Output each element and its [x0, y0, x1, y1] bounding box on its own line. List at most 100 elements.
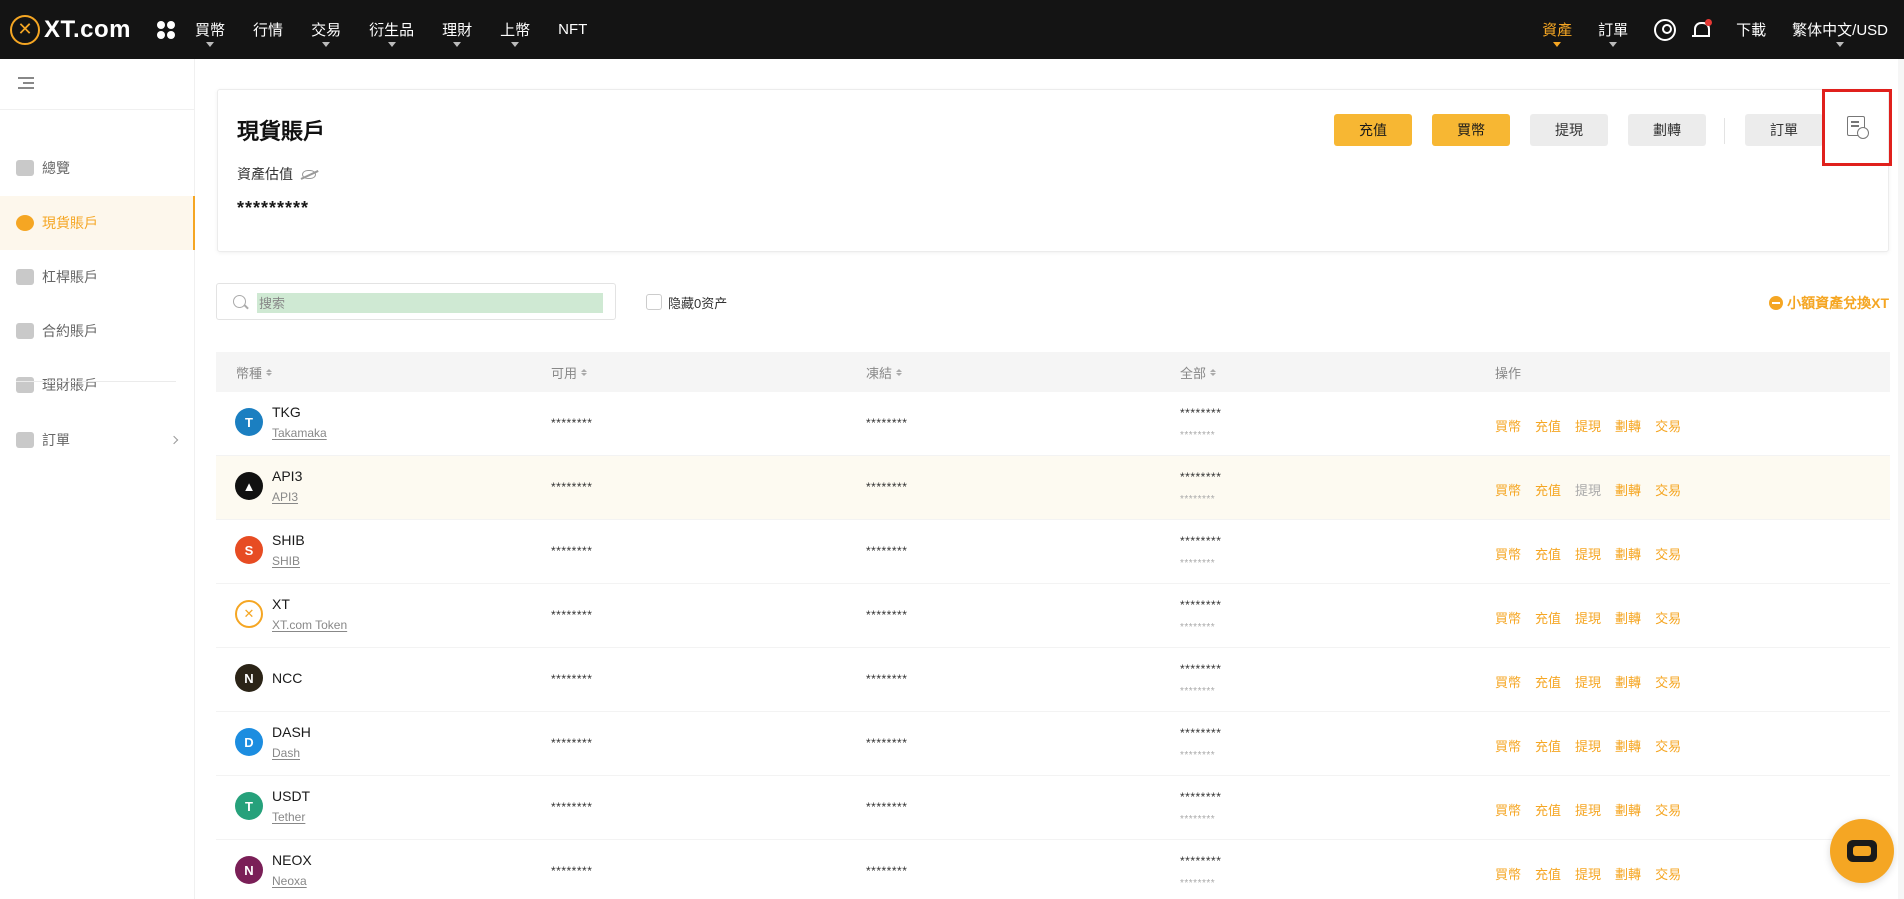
header-available[interactable]: 可用	[551, 363, 588, 382]
buy-link[interactable]: 買幣	[1495, 672, 1521, 691]
table-row[interactable]: D DASH Dash ******** ******** ******** *******…	[216, 712, 1890, 776]
table-row[interactable]: T USDT Tether ******** ******** ******** *****…	[216, 776, 1890, 840]
sidebar-item-3[interactable]: 合約賬戶	[0, 304, 195, 358]
row-actions: 買幣 充值 提現 劃轉 交易	[1495, 608, 1695, 627]
header-coin[interactable]: 幣種	[236, 363, 273, 382]
nav-download[interactable]: 下載	[1736, 0, 1766, 59]
nav-item-6[interactable]: NFT	[558, 0, 587, 59]
trade-link[interactable]: 交易	[1655, 864, 1681, 883]
withdraw-link[interactable]: 提現	[1575, 736, 1601, 755]
withdraw-link[interactable]: 提現	[1575, 800, 1601, 819]
nav-item-5[interactable]: 上幣	[500, 0, 530, 59]
bell-icon[interactable]	[1692, 18, 1713, 41]
table-row[interactable]: ✕ XT XT.com Token ******** ******** ******** *…	[216, 584, 1890, 648]
convert-small-assets-link[interactable]: 小額資產兌換XT	[1769, 293, 1889, 313]
withdraw-link[interactable]: 提現	[1575, 672, 1601, 691]
buy-link[interactable]: 買幣	[1495, 864, 1521, 883]
history-button[interactable]	[1822, 89, 1892, 166]
hide-zero-checkbox[interactable]	[646, 294, 662, 310]
trade-link[interactable]: 交易	[1655, 800, 1681, 819]
trade-link[interactable]: 交易	[1655, 608, 1681, 627]
transfer-link[interactable]: 劃轉	[1615, 864, 1641, 883]
buy-link[interactable]: 買幣	[1495, 416, 1521, 435]
coin-name-link[interactable]: Dash	[272, 746, 300, 760]
deposit-link[interactable]: 充值	[1535, 800, 1561, 819]
transfer-button[interactable]: 劃轉	[1628, 114, 1706, 146]
buy-link[interactable]: 買幣	[1495, 544, 1521, 563]
deposit-link[interactable]: 充值	[1535, 864, 1561, 883]
buy-link[interactable]: 買幣	[1495, 736, 1521, 755]
buy-button[interactable]: 買幣	[1432, 114, 1510, 146]
header-total[interactable]: 全部	[1180, 363, 1217, 382]
coin-name-link[interactable]: API3	[272, 490, 298, 504]
nav-assets[interactable]: 資產	[1542, 0, 1572, 59]
withdraw-button[interactable]: 提現	[1530, 114, 1608, 146]
withdraw-link[interactable]: 提現	[1575, 544, 1601, 563]
trade-link[interactable]: 交易	[1655, 544, 1681, 563]
coin-name-link[interactable]: Takamaka	[272, 426, 327, 440]
available-value: ********	[551, 416, 593, 430]
nav-item-3[interactable]: 衍生品	[369, 0, 414, 59]
nav-item-0[interactable]: 買幣	[195, 0, 225, 59]
sort-icon	[896, 368, 903, 377]
sidebar-item-label: 合約賬戶	[42, 323, 98, 339]
available-value: ********	[551, 800, 593, 814]
table-row[interactable]: T TKG Takamaka ******** ******** ******** ****…	[216, 392, 1890, 456]
trade-link[interactable]: 交易	[1655, 672, 1681, 691]
table-row[interactable]: N NCC ******** ******** ******** ******** 買幣 充值…	[216, 648, 1890, 712]
scrollbar[interactable]	[1898, 59, 1904, 899]
deposit-link[interactable]: 充值	[1535, 736, 1561, 755]
header-frozen[interactable]: 凍結	[866, 363, 903, 382]
deposit-link[interactable]: 充值	[1535, 480, 1561, 499]
coin-name-link[interactable]: Tether	[272, 810, 305, 824]
sidebar-item-4[interactable]: 理財賬戶	[0, 358, 195, 412]
apps-grid-icon[interactable]	[157, 20, 176, 39]
xt-logo[interactable]: ✕ XT.com	[10, 0, 131, 59]
nav-item-1[interactable]: 行情	[253, 0, 283, 59]
coin-name-link[interactable]: XT.com Token	[272, 618, 347, 632]
sidebar-item-2[interactable]: 杠桿賬戶	[0, 250, 195, 304]
transfer-link[interactable]: 劃轉	[1615, 736, 1641, 755]
buy-link[interactable]: 買幣	[1495, 608, 1521, 627]
nav-language[interactable]: 繁体中文/USD	[1792, 0, 1888, 59]
estimate-value: *********	[237, 198, 310, 218]
eye-off-icon[interactable]	[302, 169, 316, 179]
sidebar-item-0[interactable]: 總覽	[0, 141, 195, 195]
trade-link[interactable]: 交易	[1655, 736, 1681, 755]
nav-item-4[interactable]: 理財	[442, 0, 472, 59]
coin-name-link[interactable]: Neoxa	[272, 874, 307, 888]
withdraw-link[interactable]: 提現	[1575, 416, 1601, 435]
transfer-link[interactable]: 劃轉	[1615, 480, 1641, 499]
deposit-link[interactable]: 充值	[1535, 544, 1561, 563]
search-input[interactable]	[257, 293, 603, 313]
buy-link[interactable]: 買幣	[1495, 480, 1521, 499]
nav-item-2[interactable]: 交易	[311, 0, 341, 59]
deposit-link[interactable]: 充值	[1535, 672, 1561, 691]
withdraw-link[interactable]: 提現	[1575, 864, 1601, 883]
withdraw-link[interactable]: 提現	[1575, 608, 1601, 627]
orders-button[interactable]: 訂單	[1745, 114, 1823, 146]
nav-orders[interactable]: 訂單	[1598, 0, 1628, 59]
table-row[interactable]: S SHIB SHIB ******** ******** ******** *******…	[216, 520, 1890, 584]
buy-link[interactable]: 買幣	[1495, 800, 1521, 819]
sidebar-item-1[interactable]: 現貨賬戶	[0, 196, 195, 250]
support-chat-button[interactable]	[1830, 819, 1894, 883]
coin-name-link[interactable]: SHIB	[272, 554, 300, 568]
transfer-link[interactable]: 劃轉	[1615, 416, 1641, 435]
row-actions: 買幣 充值 提現 劃轉 交易	[1495, 416, 1695, 435]
deposit-link[interactable]: 充值	[1535, 416, 1561, 435]
sidebar-item-orders[interactable]: 訂單	[0, 413, 195, 467]
transfer-link[interactable]: 劃轉	[1615, 544, 1641, 563]
user-icon[interactable]	[1654, 18, 1677, 41]
transfer-link[interactable]: 劃轉	[1615, 608, 1641, 627]
trade-link[interactable]: 交易	[1655, 480, 1681, 499]
deposit-button[interactable]: 充值	[1334, 114, 1412, 146]
transfer-link[interactable]: 劃轉	[1615, 672, 1641, 691]
table-row[interactable]: ▲ API3 API3 ******** ******** ******** *******…	[216, 456, 1890, 520]
collapse-menu-icon[interactable]	[18, 77, 34, 91]
deposit-link[interactable]: 充值	[1535, 608, 1561, 627]
transfer-link[interactable]: 劃轉	[1615, 800, 1641, 819]
coin-symbol: NEOX	[272, 852, 312, 868]
table-row[interactable]: N NEOX Neoxa ******** ******** ******** ******…	[216, 840, 1890, 899]
trade-link[interactable]: 交易	[1655, 416, 1681, 435]
